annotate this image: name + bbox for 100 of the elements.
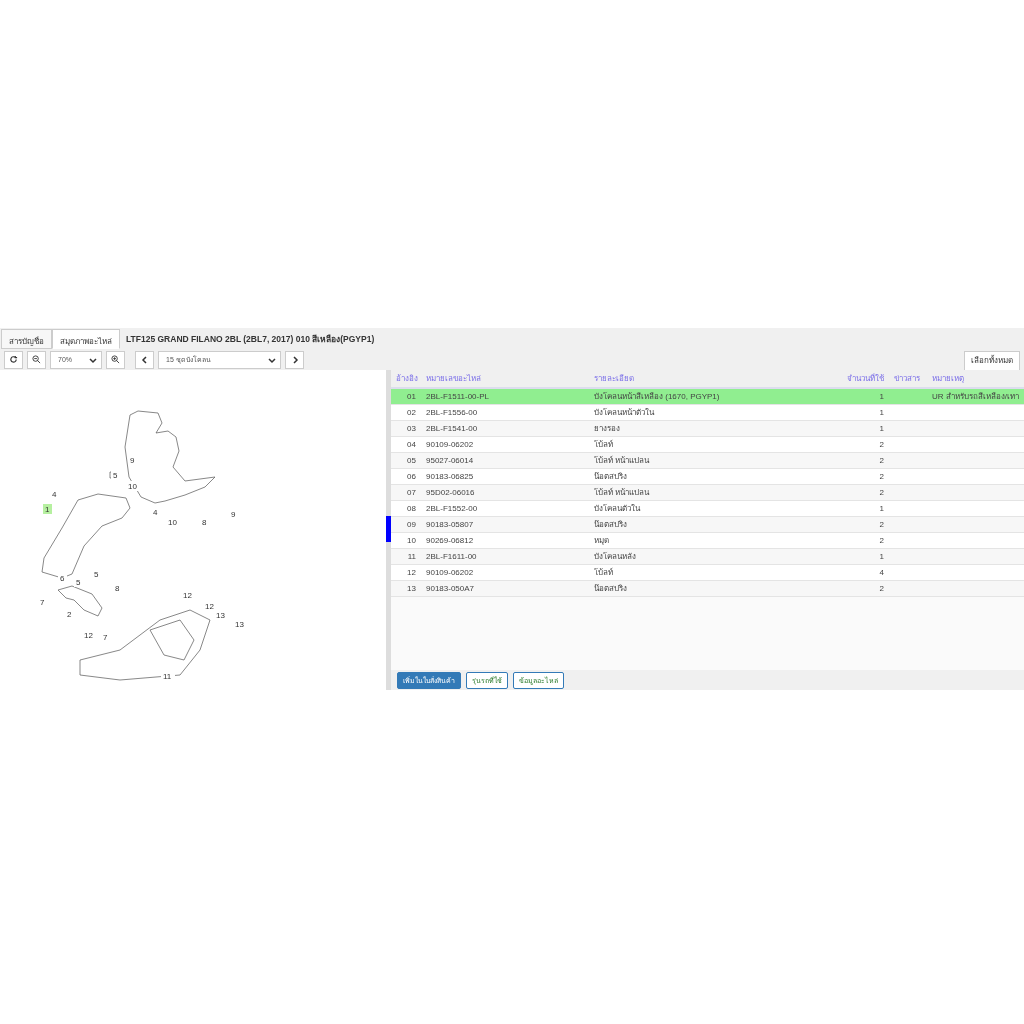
zoom-out-icon[interactable] xyxy=(27,350,46,369)
table-row[interactable]: 09 90183-05807 น๊อตสปริง 2 xyxy=(391,517,1024,533)
table-cell-text: บังโคลนตัวใน xyxy=(593,503,642,515)
table-cell-text: โบ้ลท์ xyxy=(593,567,614,579)
column-header[interactable]: หมายเลขอะไหล่ xyxy=(421,370,589,387)
table-cell-text: น๊อตสปริง xyxy=(593,583,628,595)
table-row[interactable]: 11 2BL-F1611-00 บังโคลนหลัง 1 xyxy=(391,549,1024,565)
callout-number[interactable]: 8 xyxy=(200,517,209,527)
table-row[interactable]: 13 90183-050A7 น๊อตสปริง 2 xyxy=(391,581,1024,597)
caret-icon xyxy=(268,355,276,364)
table-cell-text: 2BL-F1552-00 xyxy=(425,503,479,515)
callout-number[interactable]: 5 xyxy=(92,569,101,579)
table-row[interactable]: 08 2BL-F1552-00 บังโคลนตัวใน 1 xyxy=(391,501,1024,517)
table-row[interactable]: 04 90109-06202 โบ้ลท์ 2 xyxy=(391,437,1024,453)
callout-number[interactable]: 12 xyxy=(181,590,195,600)
select-all-button[interactable]: เลือกทั้งหมด xyxy=(964,350,1020,371)
table-cell-text: 90109-06202 xyxy=(425,439,475,451)
table-cell-text: น๊อตสปริง xyxy=(593,471,628,483)
callout-number[interactable]: 5 xyxy=(74,577,83,587)
callout-number[interactable]: 7 xyxy=(38,597,47,607)
table-cell-text: 05 xyxy=(406,455,417,467)
callout-number[interactable]: 5 xyxy=(111,470,120,480)
table-cell-text: 13 xyxy=(406,583,417,595)
table-cell-text: บังโคลนหลัง xyxy=(593,551,637,563)
table-row[interactable]: 01 2BL-F1511-00-PL บังโคลนหน้าสีเหลือง (1670, PGYP1) 1 UR สำหรับรถสีเหลือง/เทา xyxy=(391,389,1024,405)
table-cell-text: บังโคลนหน้าสีเหลือง (1670, PGYP1) xyxy=(593,391,721,403)
table-cell-text: 4 xyxy=(878,567,885,579)
table-cell-text: 1 xyxy=(878,407,885,419)
table-cell-text: 2 xyxy=(878,583,885,595)
tab[interactable]: สมุดภาพอะไหล่ xyxy=(52,329,120,349)
table-cell-text: 12 xyxy=(406,567,417,579)
table-cell-text: 2 xyxy=(878,439,885,451)
table-cell-text: 04 xyxy=(406,439,417,451)
callout-number[interactable]: 2 xyxy=(65,609,74,619)
zoom-in-icon[interactable] xyxy=(106,350,125,369)
column-header[interactable]: รายละเอียด xyxy=(589,370,837,387)
table-cell-text: 2BL-F1541-00 xyxy=(425,423,479,435)
table-cell-text: โบ้ลท์ xyxy=(593,439,614,451)
table-cell-text: 2BL-F1611-00 xyxy=(425,551,478,563)
table-cell-text: โบ้ลท์ หน้าแปลน xyxy=(593,455,651,467)
callout-number[interactable]: 8 xyxy=(113,583,122,593)
callout-number[interactable]: 6 xyxy=(58,573,67,583)
table-cell-text: 10 xyxy=(406,535,417,547)
table-cell-text: 11 xyxy=(406,551,417,563)
callout-number[interactable]: 4 xyxy=(50,489,59,499)
column-header[interactable]: ข่าวสาร xyxy=(889,370,927,387)
table-row[interactable]: 02 2BL-F1556-00 บังโคลนหน้าตัวใน 1 xyxy=(391,405,1024,421)
table-cell-text: 01 xyxy=(406,391,417,403)
table-cell-text: ยางรอง xyxy=(593,423,621,435)
chevron-left-icon xyxy=(140,355,149,364)
next-button[interactable] xyxy=(285,350,304,369)
callout-number[interactable]: 9 xyxy=(128,455,137,465)
previous-button[interactable] xyxy=(135,350,154,369)
table-cell-text: 90109-06202 xyxy=(425,567,475,579)
scrollbar-thumb[interactable] xyxy=(386,516,391,542)
table-cell-text: 1 xyxy=(878,503,885,515)
table-row[interactable]: 06 90183-06825 น๊อตสปริง 2 xyxy=(391,469,1024,485)
table-cell-text: โบ้ลท์ หน้าแปลน xyxy=(593,487,651,499)
table-cell-text: 2 xyxy=(878,519,885,531)
callout-number[interactable]: 7 xyxy=(101,632,110,642)
tab[interactable]: สารบัญชื่อ xyxy=(1,329,52,349)
column-header[interactable]: จำนวนที่ใช้ xyxy=(837,370,889,387)
column-header[interactable]: หมายเหตุ xyxy=(927,370,1024,387)
table-cell-text: 90269-06812 xyxy=(425,535,475,547)
table-cell-text: 1 xyxy=(878,391,885,403)
table-cell-text: บังโคลนหน้าตัวใน xyxy=(593,407,656,419)
table-row[interactable]: 05 95027-06014 โบ้ลท์ หน้าแปลน 2 xyxy=(391,453,1024,469)
table-cell-text: 02 xyxy=(406,407,417,419)
callout-number[interactable]: 10 xyxy=(166,517,180,527)
table-cell-text: 90183-06825 xyxy=(425,471,475,483)
table-cell-text: 08 xyxy=(406,503,417,515)
caret-icon xyxy=(89,355,97,364)
table-row[interactable]: 07 95D02-06016 โบ้ลท์ หน้าแปลน 2 xyxy=(391,485,1024,501)
callout-number[interactable]: 13 xyxy=(214,610,228,620)
callout-number[interactable]: 4 xyxy=(151,507,160,517)
table-row[interactable]: 12 90109-06202 โบ้ลท์ 4 xyxy=(391,565,1024,581)
table-cell-text: 2 xyxy=(878,471,885,483)
refresh-icon[interactable] xyxy=(4,350,23,369)
table-cell-text: 1 xyxy=(878,551,885,563)
callout-number[interactable]: 9 xyxy=(229,509,238,519)
callout-number[interactable]: 1 xyxy=(43,504,52,514)
table-cell-text: 03 xyxy=(406,423,417,435)
chevron-right-icon xyxy=(290,355,299,364)
table-cell-text: 90183-05807 xyxy=(425,519,475,531)
bracket-outline xyxy=(149,619,195,661)
table-cell-text: 2BL-F1511-00-PL xyxy=(425,391,490,403)
callout-number[interactable]: 13 xyxy=(233,619,247,629)
table-row[interactable]: 10 90269-06812 หมุด 2 xyxy=(391,533,1024,549)
callout-number[interactable]: 11 xyxy=(161,671,175,681)
callout-number[interactable]: 12 xyxy=(203,601,217,611)
table-cell-text: 2 xyxy=(878,535,885,547)
table-cell-text: 1 xyxy=(878,423,885,435)
column-header[interactable]: อ้างอิง xyxy=(391,370,421,387)
table-cell-text: น๊อตสปริง xyxy=(593,519,628,531)
table-cell-text: 07 xyxy=(406,487,417,499)
table-cell-text: 2BL-F1556-00 xyxy=(425,407,479,419)
table-cell-text: 09 xyxy=(406,519,417,531)
table-cell-text: 95D02-06016 xyxy=(425,487,476,499)
callout-number[interactable]: 12 xyxy=(82,630,96,640)
callout-number[interactable]: 10 xyxy=(126,481,140,491)
